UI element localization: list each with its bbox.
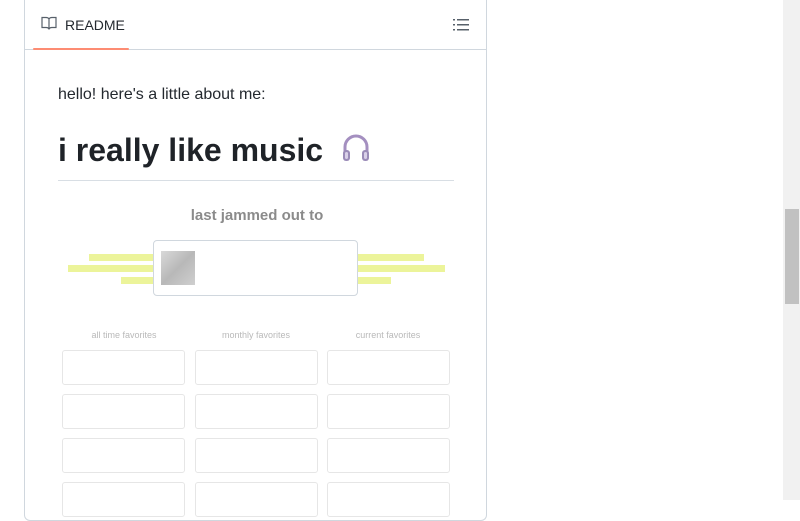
readme-header: README — [25, 0, 486, 50]
now-playing-card[interactable] — [153, 240, 358, 296]
favorite-track-card[interactable] — [62, 394, 185, 429]
book-icon — [41, 15, 57, 34]
favorite-track-card[interactable] — [194, 350, 318, 385]
favorite-track-card[interactable] — [327, 350, 450, 385]
music-heading-text: i really like music — [58, 132, 324, 168]
tab-readme[interactable]: README — [33, 0, 129, 50]
visualizer-bar — [358, 254, 424, 261]
favorite-track-card[interactable] — [194, 394, 318, 429]
visualizer-bar — [68, 265, 157, 272]
music-heading: i really like music — [58, 128, 454, 181]
favorite-track-card[interactable] — [194, 438, 318, 473]
last-jammed-label: last jammed out to — [190, 207, 324, 224]
album-cover — [161, 251, 195, 285]
favorite-track-card[interactable] — [327, 394, 450, 429]
favorite-track-card[interactable] — [62, 350, 185, 385]
visualizer-bar — [358, 265, 445, 272]
readme-card: README hello! here's a little about me: … — [24, 0, 487, 521]
scrollbar-thumb[interactable] — [785, 209, 799, 304]
intro-text: hello! here's a little about me: — [58, 86, 266, 103]
visualizer-bar — [89, 254, 157, 261]
visualizer-bar — [121, 277, 157, 284]
favorites-label-all-time: all time favorites — [91, 330, 157, 340]
table-of-contents-icon[interactable] — [452, 16, 470, 34]
favorites-label-monthly: monthly favorites — [221, 330, 291, 340]
headphones-icon — [340, 131, 372, 175]
favorites-labels: all time favorites monthly favorites cur… — [58, 330, 456, 344]
visualizer-bar — [358, 277, 391, 284]
favorite-track-card[interactable] — [327, 438, 450, 473]
scrollbar[interactable] — [783, 0, 800, 500]
favorites-label-current: current favorites — [355, 330, 421, 340]
tab-readme-label: README — [65, 16, 125, 33]
favorite-track-card[interactable] — [62, 438, 185, 473]
